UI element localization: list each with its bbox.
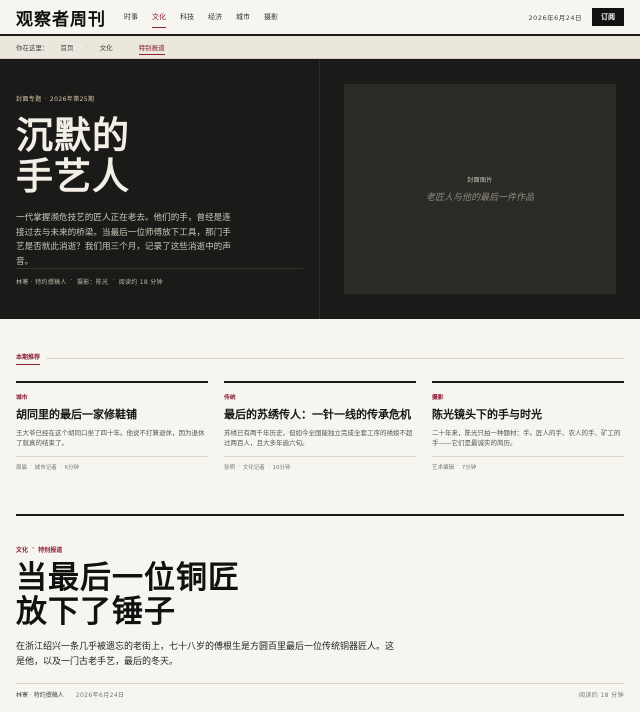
card-author: 周晨 [16, 464, 28, 471]
hero-title[interactable]: 沉默的 手艺人 [16, 115, 303, 197]
feature-divider [16, 514, 624, 516]
feature-read-time: 阅读约 18 分钟 [578, 692, 624, 699]
card-category: 摄影 [432, 395, 444, 401]
card-role: 城市记者 [34, 464, 57, 471]
article-card[interactable]: 传统 最后的苏绣传人：一针一线的传承危机 苏绣已有两千年历史，但如今全国能独立完… [224, 381, 416, 471]
card-meta: 张明 · 文化记者 · 10分钟 [224, 455, 416, 471]
breadcrumb-current: 特别报道 [138, 40, 165, 55]
card-role: 文化记者 [242, 464, 265, 471]
hero-title-line1: 沉默的 [16, 113, 130, 157]
card-summary: 二十年来，陈光只拍一种题材：手。匠人的手、农人的手、矿工的手——它们是最诚实的简… [432, 428, 621, 448]
breadcrumb-separator: · [85, 43, 88, 51]
card-summary: 王大爷已经在这个胡同口坐了四十年。他说不打算退休，因为退休了就真的结束了。 [16, 428, 205, 448]
hero-title-line2: 手艺人 [16, 154, 130, 198]
hero-description: 一代掌握濒危技艺的匠人正在老去。他们的手，曾经是连接过去与未来的桥梁。当最后一位… [16, 213, 231, 267]
nav-item-current-affairs[interactable]: 时事 [124, 8, 138, 26]
image-caption: 老匠人与他的最后一件作品 [425, 193, 534, 203]
hero-text-panel: 封面专题 · 2026年第25期 沉默的 手艺人 一代掌握濒危技艺的匠人正在老去。他… [0, 59, 320, 319]
card-meta: 周晨 · 城市记者 · 6分钟 [16, 455, 208, 471]
recommend-heading: 本期推荐 [16, 352, 41, 365]
section-divider [46, 357, 624, 359]
card-read-time: 6分钟 [64, 464, 80, 471]
hero-photographer: 摄影：陈光 [76, 279, 109, 286]
hero-kicker-topic: 封面专题 [16, 96, 42, 103]
feature-kicker: 文化 · 特别报道 [16, 545, 63, 554]
main-nav: 时事 文化 科技 经济 城市 摄影 [124, 8, 278, 28]
card-meta: 艺术编辑 · 7分钟 [432, 455, 624, 471]
feature-title: 当最后一位铜匠 放下了锤子 [16, 561, 240, 629]
site-header: 观察者周刊 时事 文化 科技 经济 城市 摄影 2026年6月24日 订阅 [0, 0, 640, 36]
meta-dot: · [70, 277, 73, 284]
issue-date: 2026年6月24日 [528, 14, 582, 22]
hero-meta: 林寒 · 特约撰稿人 · 摄影：陈光 · 阅读约 18 分钟 [16, 277, 163, 286]
feature-title-line1: 当最后一位铜匠 [16, 560, 240, 596]
nav-item-city[interactable]: 城市 [236, 8, 250, 26]
hero-read-time: 阅读约 18 分钟 [118, 279, 163, 286]
breadcrumb-culture[interactable]: 文化 [100, 42, 113, 52]
card-title[interactable]: 最后的苏绣传人：一针一线的传承危机 [224, 407, 416, 423]
feature-meta: 林寒 · 特约撰稿人 2026年6月24日 阅读约 18 分钟 [16, 690, 624, 699]
card-category: 城市 [16, 395, 28, 401]
subscribe-button[interactable]: 订阅 [592, 8, 624, 26]
feature-date: 2026年6月24日 [75, 692, 125, 699]
image-label: 封面图片 [467, 177, 493, 184]
card-author: 张明 [224, 464, 236, 471]
hero-image-panel: 封面图片 老匠人与他的最后一件作品 [320, 59, 640, 319]
hero-kicker-issue: 2026年第25期 [49, 96, 95, 103]
header-right: 2026年6月24日 订阅 [529, 8, 624, 26]
recommend-header: 本期推荐 [16, 352, 624, 365]
hero-author: 林寒 · 特约撰稿人 [16, 279, 67, 286]
cover-story-hero: 封面专题 · 2026年第25期 沉默的 手艺人 一代掌握濒危技艺的匠人正在老去。他… [0, 59, 640, 319]
card-read-time: 10分钟 [272, 464, 291, 471]
breadcrumb-label: 你在这里： [16, 44, 49, 52]
card-summary: 苏绣已有两千年历史，但如今全国能独立完成全套工序的绣娘不超过两百人，且大多年逾六… [224, 428, 413, 448]
feature-lede: 在浙江绍兴一条几乎被遗忘的老街上，七十八岁的傅根生是方圆百里最后一位传统铜器匠人… [16, 642, 395, 667]
breadcrumb-separator: · [124, 43, 127, 51]
breadcrumb: 你在这里： 首页 · 文化 · 特别报道 [0, 36, 640, 59]
card-read-time: 7分钟 [461, 464, 477, 471]
feature-meta-divider [16, 683, 624, 684]
recommend-section: 本期推荐 城市 胡同里的最后一家修鞋铺 王大爷已经在这个胡同口坐了四十年。他说不… [16, 352, 624, 471]
cover-image-placeholder[interactable]: 封面图片 老匠人与他的最后一件作品 [344, 84, 616, 294]
card-category: 传统 [224, 395, 236, 401]
feature-kicker-section[interactable]: 文化 [16, 545, 28, 554]
feature-kicker-type[interactable]: 特别报道 [38, 545, 62, 554]
meta-dot: · [112, 277, 115, 284]
feature-author[interactable]: 林寒 · 特约撰稿人 [16, 690, 64, 699]
card-title[interactable]: 胡同里的最后一家修鞋铺 [16, 407, 208, 423]
article-card[interactable]: 摄影 陈光镜头下的手与时光 二十年来，陈光只拍一种题材：手。匠人的手、农人的手、… [432, 381, 624, 471]
breadcrumb-home[interactable]: 首页 [61, 42, 74, 52]
feature-title-line2: 放下了锤子 [16, 594, 176, 630]
nav-item-economy[interactable]: 经济 [208, 8, 222, 26]
card-title[interactable]: 陈光镜头下的手与时光 [432, 407, 624, 423]
site-logo[interactable]: 观察者周刊 [16, 5, 106, 30]
article-card[interactable]: 城市 胡同里的最后一家修鞋铺 王大爷已经在这个胡同口坐了四十年。他说不打算退休，… [16, 381, 208, 471]
nav-item-tech[interactable]: 科技 [180, 8, 194, 26]
hero-kicker: 封面专题 · 2026年第25期 [16, 96, 95, 103]
nav-item-photography[interactable]: 摄影 [264, 8, 278, 26]
recommend-cards: 城市 胡同里的最后一家修鞋铺 王大爷已经在这个胡同口坐了四十年。他说不打算退休，… [16, 381, 624, 471]
nav-item-culture[interactable]: 文化 [152, 8, 166, 28]
card-author: 艺术编辑 [432, 464, 455, 471]
hero-divider [16, 268, 303, 269]
